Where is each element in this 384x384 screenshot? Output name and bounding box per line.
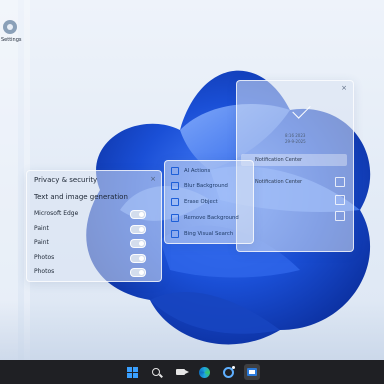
menu-item-label: Blur Background <box>184 182 228 189</box>
menu-item-erase-object[interactable]: Erase Object <box>169 195 249 208</box>
menu-item-label: AI Actions <box>184 167 211 174</box>
notification-center-label[interactable]: Notification Center <box>255 179 302 185</box>
menu-item-label: Bing Visual Search <box>184 230 234 237</box>
desktop-icon-settings[interactable]: Settings <box>1 20 37 43</box>
sparkle-icon <box>171 166 179 175</box>
video-camera-icon <box>175 369 189 375</box>
app-name: Paint <box>34 225 49 232</box>
app-name: Photos <box>34 268 55 275</box>
taskbar <box>0 360 384 384</box>
app-name: Photos <box>34 254 55 261</box>
desktop-icon-label: Settings <box>1 37 22 43</box>
menu-item-ai-actions[interactable]: AI Actions <box>169 164 249 177</box>
notification-center-row[interactable]: Notification Center <box>241 154 347 166</box>
privacy-security-panel: Privacy & security × Text and image gene… <box>26 170 162 282</box>
blue-app-button[interactable] <box>244 364 260 380</box>
close-icon[interactable]: × <box>341 84 347 92</box>
permission-toggle[interactable] <box>130 210 146 219</box>
remove-bg-icon <box>171 213 179 222</box>
close-icon[interactable]: × <box>150 175 156 183</box>
menu-item-label: Remove Background <box>184 214 239 221</box>
blur-icon <box>171 181 179 190</box>
windows-start-icon <box>126 366 138 378</box>
panel-action-icon[interactable] <box>335 211 345 221</box>
app-permission-row: Photos <box>34 266 154 278</box>
app-name: Paint <box>34 239 49 246</box>
permission-toggle[interactable] <box>130 225 146 234</box>
app-permission-row: Photos <box>34 252 154 264</box>
panel-action-icon[interactable] <box>335 195 345 205</box>
app-permission-row: Microsoft Edge <box>34 208 154 220</box>
menu-item-bing-visual-search[interactable]: Bing Visual Search <box>169 227 249 240</box>
app-permission-row: Paint <box>34 223 154 235</box>
permission-toggle[interactable] <box>130 268 146 277</box>
panel-title: Privacy & security <box>34 176 98 184</box>
eraser-icon <box>171 197 179 206</box>
video-app-button[interactable] <box>172 364 189 380</box>
menu-item-remove-background[interactable]: Remove Background <box>169 211 249 224</box>
edge-icon <box>198 366 210 378</box>
ai-app-icon <box>222 365 235 378</box>
permission-toggle[interactable] <box>130 239 146 248</box>
blue-app-icon <box>247 368 257 376</box>
start-button[interactable] <box>124 364 140 380</box>
clock-date-line: 29-9-2025 <box>285 139 306 144</box>
edge-button[interactable] <box>196 364 212 380</box>
section-heading: Text and image generation <box>34 193 128 201</box>
menu-item-blur-background[interactable]: Blur Background <box>169 179 249 192</box>
notification-center-label: Notification Center <box>255 157 303 163</box>
search-icon <box>152 368 160 376</box>
ai-app-button[interactable] <box>220 364 236 380</box>
clock-date-line: 8:16 2023 <box>285 133 306 138</box>
bing-search-icon <box>171 229 179 238</box>
settings-icon <box>3 20 17 34</box>
checkmark-icon <box>292 100 311 119</box>
panel-action-icon[interactable] <box>335 177 345 187</box>
app-permission-row: Paint <box>34 237 154 249</box>
permission-toggle[interactable] <box>130 254 146 263</box>
app-name: Microsoft Edge <box>34 210 79 217</box>
ai-actions-menu: AI Actions Blur Background Erase Object … <box>164 160 254 244</box>
menu-item-label: Erase Object <box>184 198 218 205</box>
search-button[interactable] <box>148 364 164 380</box>
